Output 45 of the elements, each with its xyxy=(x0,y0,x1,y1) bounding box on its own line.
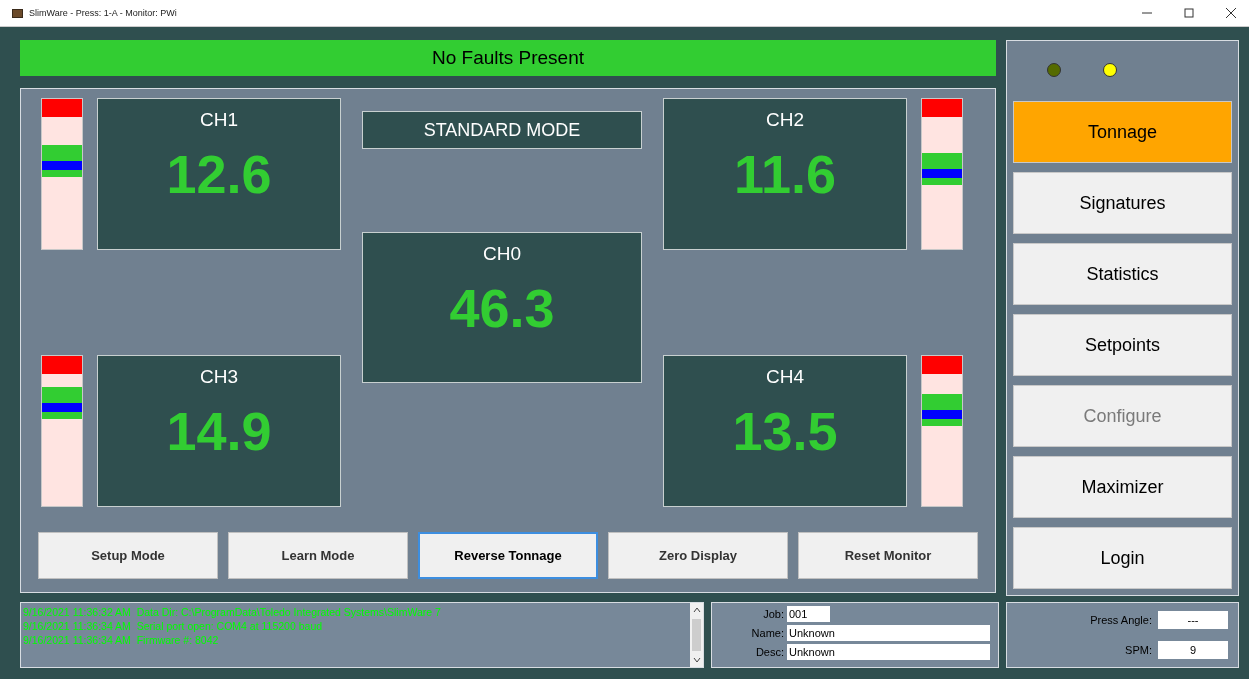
nav-button[interactable]: Tonnage xyxy=(1013,101,1232,163)
input-field[interactable]: 001 xyxy=(787,606,830,622)
input-field[interactable]: Unknown xyxy=(787,625,990,641)
field-label: Desc: xyxy=(754,646,784,658)
scroll-up-icon[interactable] xyxy=(692,606,701,614)
window-title: SlimWare - Press: 1-A - Monitor: PWi xyxy=(29,8,178,18)
tonnage-value: 11.6 xyxy=(733,143,837,205)
app-icon xyxy=(12,8,23,18)
mode-label: STANDARD MODE xyxy=(362,111,642,149)
nav-button[interactable]: Maximizer xyxy=(1013,456,1232,518)
nav-button[interactable]: Login xyxy=(1013,527,1232,589)
action-button[interactable]: Zero Display xyxy=(608,532,788,579)
action-button[interactable]: Setup Mode xyxy=(38,532,218,579)
nav-button[interactable]: Statistics xyxy=(1013,243,1232,305)
tonnage-value: 13.5 xyxy=(732,400,838,462)
channel-label: CH2 xyxy=(766,109,804,131)
channel-label: CH1 xyxy=(200,109,238,131)
channel-label: CH4 xyxy=(766,366,804,388)
tonnage-value: 46.3 xyxy=(449,277,555,339)
channel-label: CH0 xyxy=(483,243,521,265)
channel-label: CH3 xyxy=(200,366,238,388)
log-line: 9/16/2021 11:36:34 AM Serial port open: COM4 at 115200 baud xyxy=(23,619,324,633)
field-label: Press Angle: xyxy=(1090,614,1152,626)
limit-zone xyxy=(42,99,82,117)
fault-status-banner: No Faults Present xyxy=(20,40,996,76)
limit-zone xyxy=(42,356,82,374)
tonnage-value: 14.9 xyxy=(166,400,272,462)
log-line: 9/16/2021 11:36:32 AM Data Dir: C:\ProgramData\Toledo Integrated Systems\SlimWare 7 xyxy=(23,605,442,619)
tonnage-value: 12.6 xyxy=(166,143,272,205)
log-line: 9/16/2021 11:36:34 AM Firmware #: 8042 xyxy=(23,633,220,647)
limit-zone xyxy=(922,356,962,374)
input-field[interactable]: 9 xyxy=(1158,641,1228,659)
action-button[interactable]: Reset Monitor xyxy=(798,532,978,579)
nav-button[interactable]: Setpoints xyxy=(1013,314,1232,376)
limit-zone xyxy=(922,99,962,117)
scrollbar[interactable] xyxy=(690,603,703,667)
action-button[interactable]: Learn Mode xyxy=(228,532,408,579)
field-label: Job: xyxy=(762,608,784,620)
scroll-down-icon[interactable] xyxy=(692,656,701,664)
action-button[interactable]: Reverse Tonnage xyxy=(418,532,598,579)
field-label: Name: xyxy=(750,627,784,639)
nav-button[interactable]: Signatures xyxy=(1013,172,1232,234)
field-label: SPM: xyxy=(1125,644,1152,656)
input-field[interactable]: Unknown xyxy=(787,644,990,660)
input-field[interactable]: --- xyxy=(1158,611,1228,629)
